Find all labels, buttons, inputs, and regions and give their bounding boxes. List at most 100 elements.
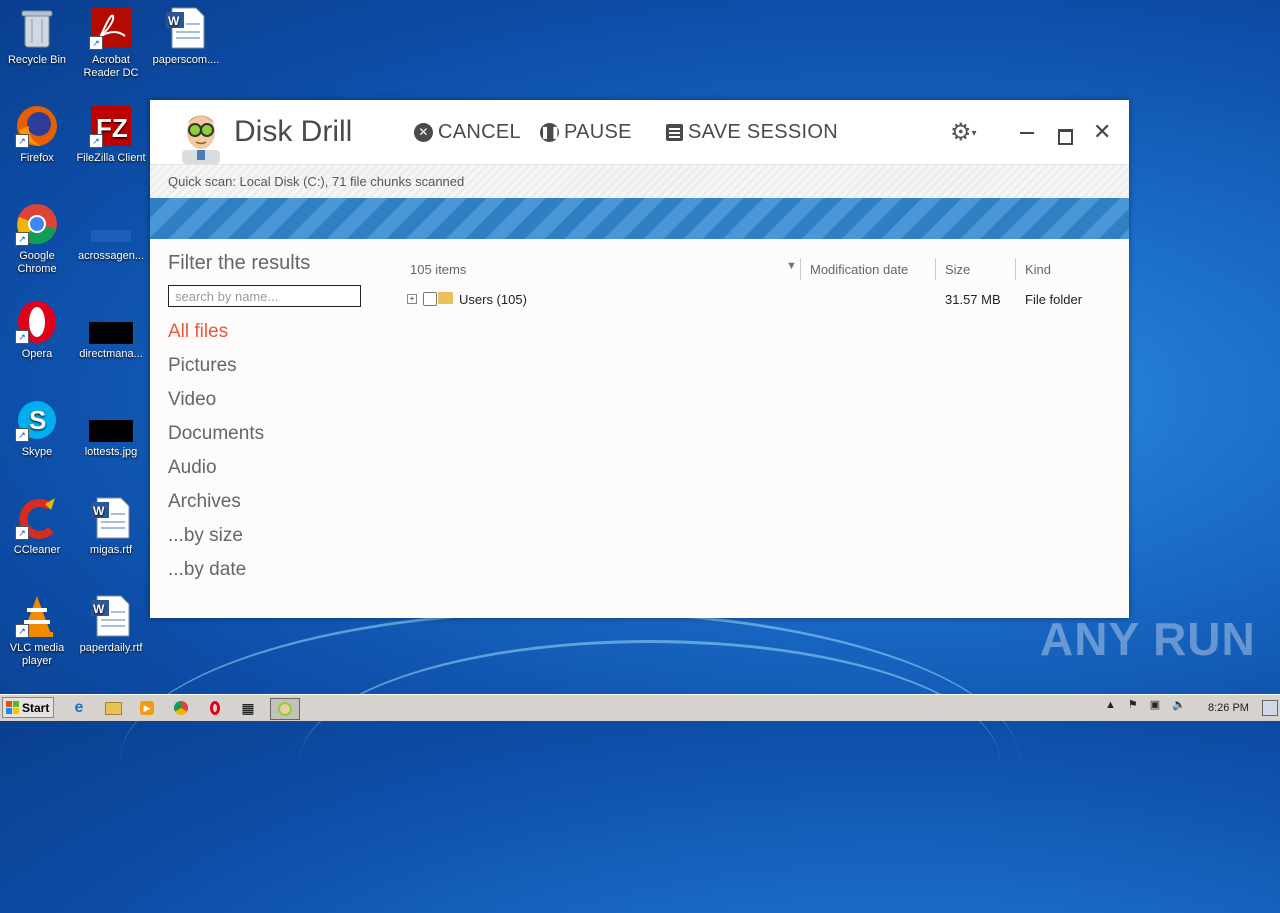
cancel-label: CANCEL	[438, 121, 521, 143]
desktop-icon-ccleaner[interactable]: ↗ CCleaner	[0, 496, 74, 557]
maximize-button[interactable]	[1058, 125, 1073, 151]
svg-text:W: W	[93, 504, 105, 518]
media-player-taskbar-icon[interactable]: ▶	[136, 698, 158, 718]
disk-drill-taskbar-icon[interactable]	[270, 698, 300, 720]
results-list: 105 items ▼ Modification date Size Kind …	[407, 258, 1110, 313]
settings-gear-icon[interactable]: ⚙▾	[950, 118, 977, 147]
sort-dropdown-icon[interactable]: ▼	[786, 260, 797, 272]
icon-label: Firefox	[20, 152, 54, 164]
desktop-icon-acrobat[interactable]: ↗ Acrobat Reader DC	[74, 6, 148, 80]
cancel-button[interactable]: ✕ CANCEL	[414, 121, 521, 144]
desktop-icon-paperscom[interactable]: W paperscom....	[149, 6, 223, 67]
row-name: Users (105)	[459, 292, 527, 307]
icon-label: VLC media player	[9, 642, 65, 667]
blank-file-icon	[89, 202, 133, 246]
start-button[interactable]: Start	[2, 697, 54, 718]
filezilla-icon: FZ ↗	[89, 104, 133, 148]
search-input[interactable]	[168, 285, 361, 307]
desktop-icon-skype[interactable]: S ↗ Skype	[0, 398, 74, 459]
close-icon: ✕	[1093, 119, 1112, 144]
installer-taskbar-icon[interactable]: ▦	[237, 698, 259, 718]
icon-label: Opera	[21, 348, 53, 360]
item-count: 105 items	[410, 262, 467, 277]
firefox-icon: ↗	[15, 104, 59, 148]
minimize-icon	[1020, 132, 1034, 134]
shortcut-arrow-icon: ↗	[15, 134, 29, 148]
anyrun-watermark: ANY RUN	[1040, 613, 1256, 665]
desktop-icon-migas[interactable]: W migas.rtf	[74, 496, 148, 557]
vlc-icon: ↗	[15, 594, 59, 638]
desktop-icon-lottests[interactable]: lottests.jpg	[74, 398, 148, 459]
app-title: Disk Drill	[234, 115, 353, 148]
close-button[interactable]: ✕	[1093, 119, 1111, 145]
filter-by-size[interactable]: ...by size	[168, 525, 368, 549]
row-checkbox[interactable]	[423, 292, 437, 306]
show-desktop-icon[interactable]	[1262, 700, 1278, 716]
word-document-icon: W	[89, 496, 133, 540]
desktop-icon-recycle-bin[interactable]: Recycle Bin	[0, 6, 74, 67]
network-icon[interactable]: ▣	[1150, 698, 1160, 711]
acrobat-icon: ↗	[89, 6, 133, 50]
pause-button[interactable]: ❚❚ PAUSE	[540, 121, 632, 144]
desktop-icon-acrossagen[interactable]: acrossagen...	[74, 202, 148, 263]
opera-taskbar-icon[interactable]	[204, 698, 226, 718]
desktop-icon-vlc[interactable]: ↗ VLC media player	[0, 594, 74, 668]
row-size: 31.57 MB	[945, 292, 1001, 307]
desktop-icon-paperdaily[interactable]: W paperdaily.rtf	[74, 594, 148, 655]
start-label: Start	[22, 700, 50, 715]
list-header: 105 items ▼ Modification date Size Kind	[410, 258, 1110, 282]
icon-label: Google Chrome	[17, 250, 57, 275]
column-size[interactable]: Size	[945, 262, 970, 277]
shortcut-arrow-icon: ↗	[15, 428, 29, 442]
scan-progress-bar	[150, 198, 1129, 239]
icon-label: CCleaner	[13, 544, 61, 556]
filter-pictures[interactable]: Pictures	[168, 355, 368, 379]
column-divider	[1015, 258, 1016, 280]
ie-taskbar-icon[interactable]: e	[68, 698, 90, 718]
window-header: Disk Drill ✕ CANCEL ❚❚ PAUSE SAVE SESSIO…	[150, 100, 1129, 164]
wallpaper-swoosh	[300, 640, 1000, 883]
column-kind[interactable]: Kind	[1025, 262, 1051, 277]
row-kind: File folder	[1025, 292, 1083, 307]
show-hidden-icons-icon[interactable]: ▲	[1105, 699, 1116, 711]
taskbar-clock[interactable]: 8:26 PM	[1208, 702, 1249, 714]
desktop-icon-firefox[interactable]: ↗ Firefox	[0, 104, 74, 165]
column-divider	[935, 258, 936, 280]
pause-label: PAUSE	[564, 121, 632, 143]
table-row[interactable]: + Users (105) 31.57 MB File folder	[407, 287, 1110, 313]
volume-icon[interactable]: 🔈	[1172, 698, 1186, 711]
shortcut-arrow-icon: ↗	[15, 232, 29, 246]
explorer-taskbar-icon[interactable]	[102, 698, 124, 718]
disk-drill-mascot-icon	[176, 106, 226, 164]
pause-icon: ❚❚	[540, 123, 560, 142]
desktop-icon-chrome[interactable]: ↗ Google Chrome	[0, 202, 74, 276]
folder-icon	[438, 292, 453, 304]
action-center-flag-icon[interactable]: ⚑	[1128, 698, 1138, 711]
icon-label: paperdaily.rtf	[79, 642, 143, 654]
filter-video[interactable]: Video	[168, 389, 368, 413]
svg-text:W: W	[93, 602, 105, 616]
minimize-button[interactable]	[1020, 114, 1034, 140]
filter-documents[interactable]: Documents	[168, 423, 368, 447]
column-modification-date[interactable]: Modification date	[810, 262, 908, 277]
chrome-taskbar-icon[interactable]	[170, 698, 192, 718]
svg-text:S: S	[29, 405, 46, 435]
chrome-icon: ↗	[15, 202, 59, 246]
icon-label: Skype	[21, 446, 53, 458]
icon-label: paperscom....	[152, 54, 220, 66]
close-circle-icon: ✕	[414, 123, 433, 142]
filter-by-date[interactable]: ...by date	[168, 559, 368, 583]
desktop-icon-filezilla[interactable]: FZ ↗ FileZilla Client	[74, 104, 148, 165]
expand-icon[interactable]: +	[407, 294, 417, 304]
desktop-icon-directmana[interactable]: directmana...	[74, 300, 148, 361]
save-session-button[interactable]: SAVE SESSION	[666, 121, 838, 144]
opera-icon: ↗	[15, 300, 59, 344]
filter-audio[interactable]: Audio	[168, 457, 368, 481]
list-icon	[666, 124, 683, 141]
windows-logo-icon	[6, 701, 19, 714]
icon-label: FileZilla Client	[76, 152, 146, 164]
filter-archives[interactable]: Archives	[168, 491, 368, 515]
desktop-icon-opera[interactable]: ↗ Opera	[0, 300, 74, 361]
save-session-label: SAVE SESSION	[688, 121, 838, 143]
filter-all-files[interactable]: All files	[168, 321, 368, 345]
